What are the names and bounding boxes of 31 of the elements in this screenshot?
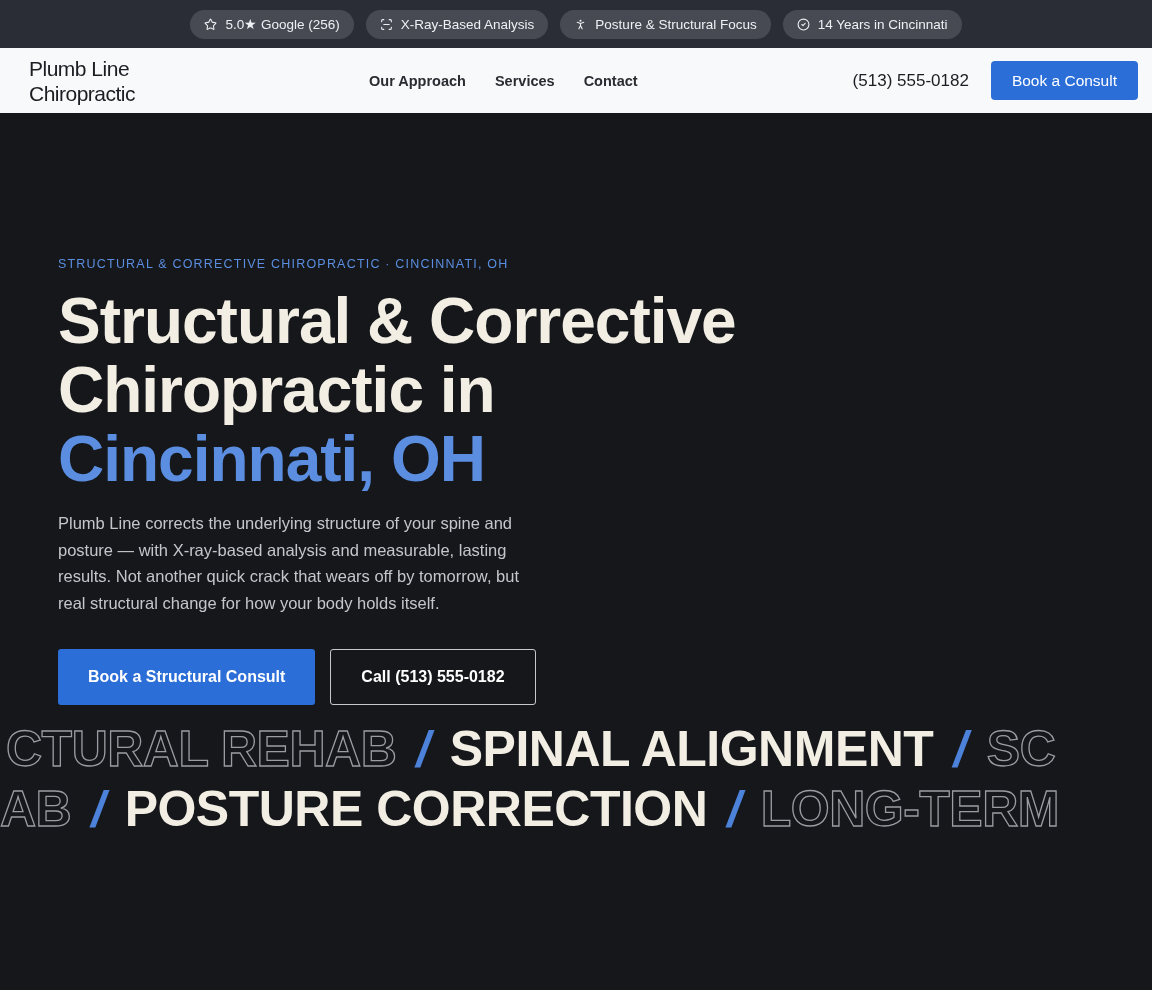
marquee-text: AB bbox=[0, 780, 72, 838]
marquee-text: CTURAL REHAB bbox=[6, 720, 397, 778]
slash-separator: / bbox=[85, 780, 111, 838]
badge-label: 5.0★ Google (256) bbox=[225, 16, 340, 32]
phone-link[interactable]: (513) 555-0182 bbox=[852, 70, 969, 91]
hero-title: Chiropractic in bbox=[58, 356, 496, 425]
marquee-text: SPINAL ALIGNMENT bbox=[449, 720, 934, 778]
badge-label: 14 Years in Cincinnati bbox=[817, 16, 948, 32]
star-icon bbox=[204, 17, 218, 31]
badge-label: Posture & Structural Focus bbox=[595, 16, 757, 32]
marquee-text: LONG-TERM bbox=[760, 780, 1059, 838]
nav-link[interactable]: Services bbox=[494, 72, 555, 89]
slash-separator: / bbox=[721, 780, 747, 838]
slash-separator: / bbox=[410, 720, 436, 778]
slash-separator: / bbox=[947, 720, 973, 778]
logo-text[interactable]: Plumb Line bbox=[29, 55, 369, 81]
hero-title-accent: Cincinnati, OH bbox=[58, 425, 486, 494]
marquee-text: SC bbox=[986, 720, 1056, 778]
book-structural-consult-button[interactable]: Book a Structural Consult bbox=[58, 649, 316, 705]
call-button[interactable]: Call (513) 555-0182 bbox=[330, 649, 536, 705]
scan-icon bbox=[379, 17, 393, 31]
logo-text[interactable]: Chiropractic bbox=[29, 80, 369, 106]
eyebrow-text: STRUCTURAL & CORRECTIVE CHIROPRACTIC · CINCINNATI, OH bbox=[58, 257, 510, 271]
marquee-text: POSTURE CORRECTION bbox=[124, 780, 708, 838]
hero-description: Plumb Line corrects the underlying structure of your spine and posture — with X-ray-based analysis and measurable, lasting results. Not another quick crack that wears off by tomorrow, but real structural change for how your body holds itself. bbox=[58, 513, 520, 614]
check-circle-icon bbox=[796, 17, 810, 31]
nav-link[interactable]: Our Approach bbox=[369, 72, 466, 89]
nav-link[interactable]: Contact bbox=[583, 72, 638, 89]
hero-title: Structural & Corrective bbox=[58, 287, 737, 356]
book-consult-button[interactable]: Book a Consult bbox=[990, 61, 1138, 100]
badge-label: X-Ray-Based Analysis bbox=[400, 16, 535, 32]
